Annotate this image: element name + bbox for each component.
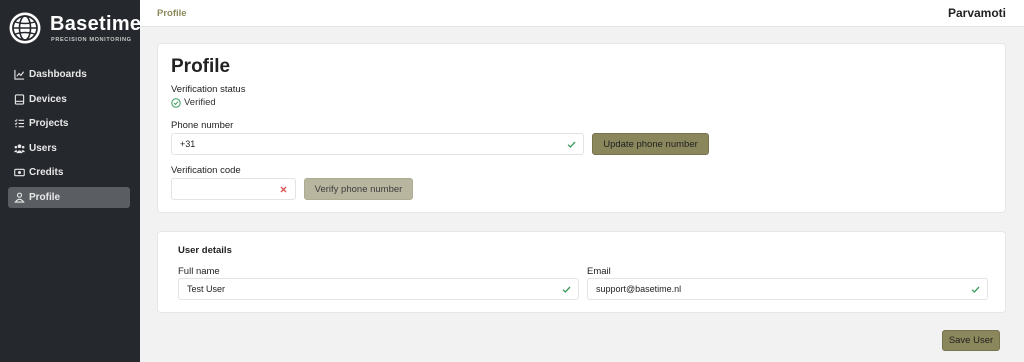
verification-status-text: Verified bbox=[184, 97, 216, 108]
sidebar-item-users[interactable]: Users bbox=[8, 138, 130, 159]
sidebar-item-label: Users bbox=[29, 142, 57, 154]
brand-name: Basetime bbox=[50, 13, 142, 35]
money-icon bbox=[13, 167, 25, 179]
user-details-title: User details bbox=[178, 245, 232, 256]
brand[interactable]: Basetime PRECISION MONITORING bbox=[8, 11, 142, 45]
verification-status: Verified bbox=[171, 97, 216, 108]
sidebar-item-profile[interactable]: Profile bbox=[8, 186, 130, 208]
save-user-button[interactable]: Save User bbox=[942, 330, 1000, 351]
sidebar-item-label: Credits bbox=[29, 167, 64, 178]
sidebar-item-label: Projects bbox=[29, 118, 69, 129]
user-details-card: User details Full name Test User Email s… bbox=[157, 231, 1006, 313]
sidebar-item-label: Profile bbox=[29, 191, 61, 203]
phone-number-value: +31 bbox=[180, 139, 196, 149]
email-input[interactable]: support@basetime.nl bbox=[587, 278, 988, 300]
page-title: Profile bbox=[171, 56, 231, 77]
full-name-input[interactable]: Test User bbox=[178, 278, 579, 300]
profile-card: Profile Verification status Verified Pho… bbox=[157, 43, 1006, 213]
organization-name[interactable]: Parvamoti bbox=[948, 6, 1006, 20]
check-icon bbox=[562, 286, 571, 293]
verify-phone-number-button[interactable]: Verify phone number bbox=[304, 178, 413, 200]
sidebar: Basetime PRECISION MONITORING Dashboards… bbox=[0, 0, 142, 362]
device-icon bbox=[13, 93, 25, 105]
chart-line-icon bbox=[13, 69, 25, 81]
phone-number-input[interactable]: +31 bbox=[171, 133, 584, 155]
check-icon bbox=[971, 286, 980, 293]
brand-tagline: PRECISION MONITORING bbox=[51, 37, 132, 43]
sidebar-item-dashboards[interactable]: Dashboards bbox=[8, 64, 130, 85]
verification-status-label: Verification status bbox=[171, 84, 246, 95]
sidebar-item-label: Devices bbox=[29, 93, 67, 105]
phone-number-label: Phone number bbox=[171, 120, 234, 131]
close-icon bbox=[280, 186, 287, 193]
email-label: Email bbox=[587, 266, 611, 277]
sidebar-item-label: Dashboards bbox=[29, 69, 87, 80]
update-phone-number-button[interactable]: Update phone number bbox=[592, 133, 709, 155]
topbar: Profile Parvamoti bbox=[140, 0, 1024, 27]
globe-logo-icon bbox=[9, 12, 41, 44]
check-icon bbox=[567, 141, 576, 148]
check-circle-icon bbox=[171, 97, 181, 108]
sidebar-nav: Dashboards Devices Projects Users Credit… bbox=[8, 64, 130, 211]
users-icon bbox=[13, 142, 25, 154]
verification-code-label: Verification code bbox=[171, 165, 241, 176]
breadcrumb[interactable]: Profile bbox=[157, 8, 187, 19]
full-name-value: Test User bbox=[187, 284, 226, 294]
sidebar-item-devices[interactable]: Devices bbox=[8, 89, 130, 110]
email-value: support@basetime.nl bbox=[596, 284, 682, 294]
sidebar-item-projects[interactable]: Projects bbox=[8, 113, 130, 134]
sidebar-item-credits[interactable]: Credits bbox=[8, 162, 130, 183]
user-icon bbox=[13, 191, 25, 203]
list-check-icon bbox=[13, 118, 25, 130]
verification-code-input[interactable] bbox=[171, 178, 296, 200]
full-name-label: Full name bbox=[178, 266, 220, 277]
